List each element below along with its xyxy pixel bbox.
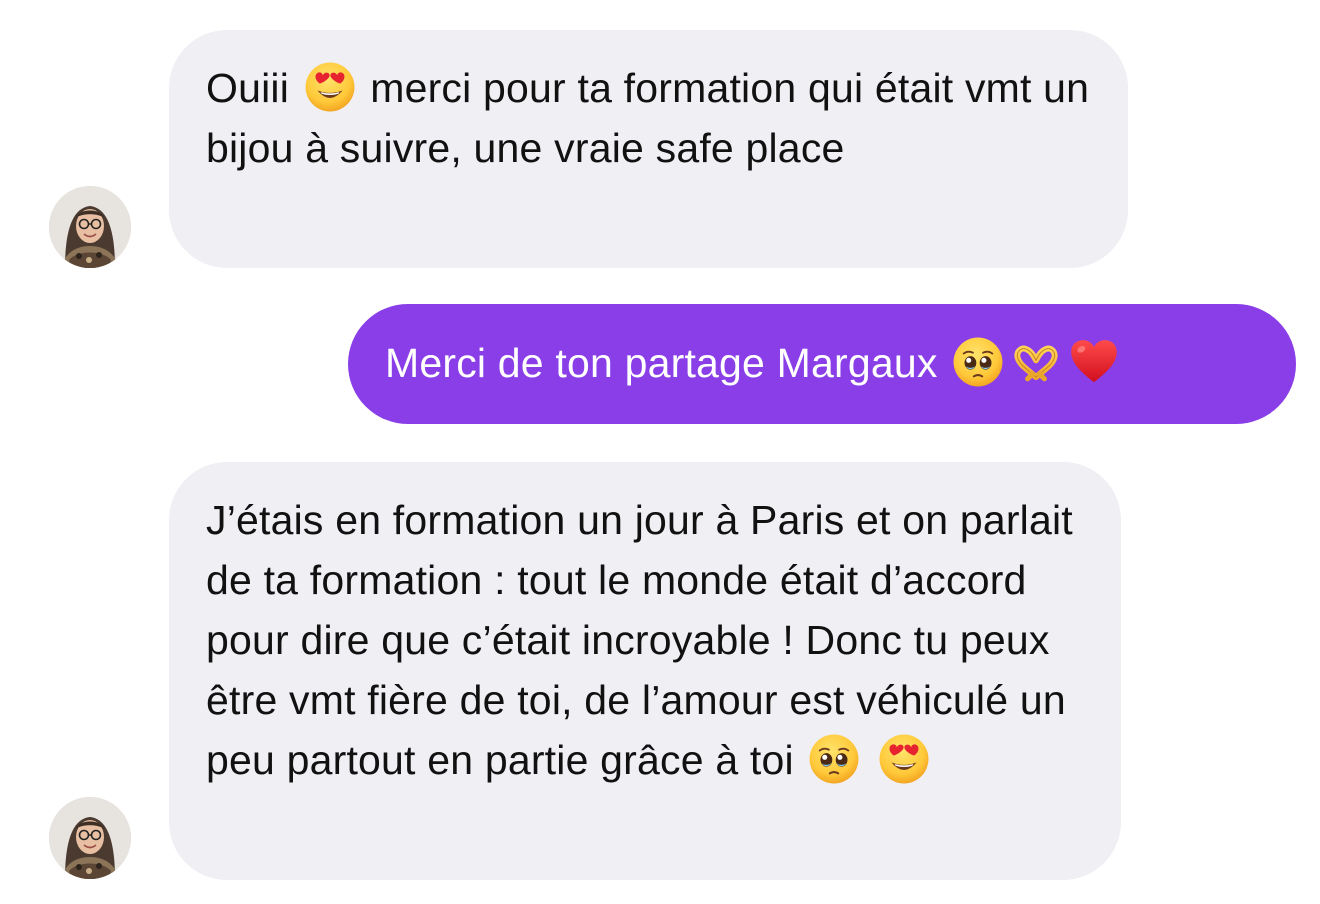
holding-back-tears-emoji-icon <box>951 335 1005 389</box>
holding-back-tears-emoji-icon <box>807 732 861 786</box>
message-text: J’étais en formation un jour à Paris et … <box>206 497 1073 783</box>
conversation-thread: Ouiii merci pour ta formation qui était … <box>0 0 1320 904</box>
avatar-photo-icon <box>49 186 131 268</box>
avatar-photo-icon <box>49 797 131 879</box>
incoming-message-bubble[interactable]: J’étais en formation un jour à Paris et … <box>169 462 1121 880</box>
heart-eyes-emoji-icon <box>877 732 931 786</box>
contact-avatar[interactable] <box>49 186 131 268</box>
red-heart-emoji-icon <box>1067 335 1121 389</box>
message-text: Ouiii <box>206 65 301 111</box>
incoming-message-bubble[interactable]: Ouiii merci pour ta formation qui était … <box>169 30 1128 268</box>
outgoing-message-bubble[interactable]: Merci de ton partage Margaux <box>348 304 1296 424</box>
heart-hands-emoji-icon <box>1009 335 1063 389</box>
message-text: Merci de ton partage Margaux <box>385 340 950 386</box>
heart-eyes-emoji-icon <box>303 60 357 114</box>
contact-avatar[interactable] <box>49 797 131 879</box>
